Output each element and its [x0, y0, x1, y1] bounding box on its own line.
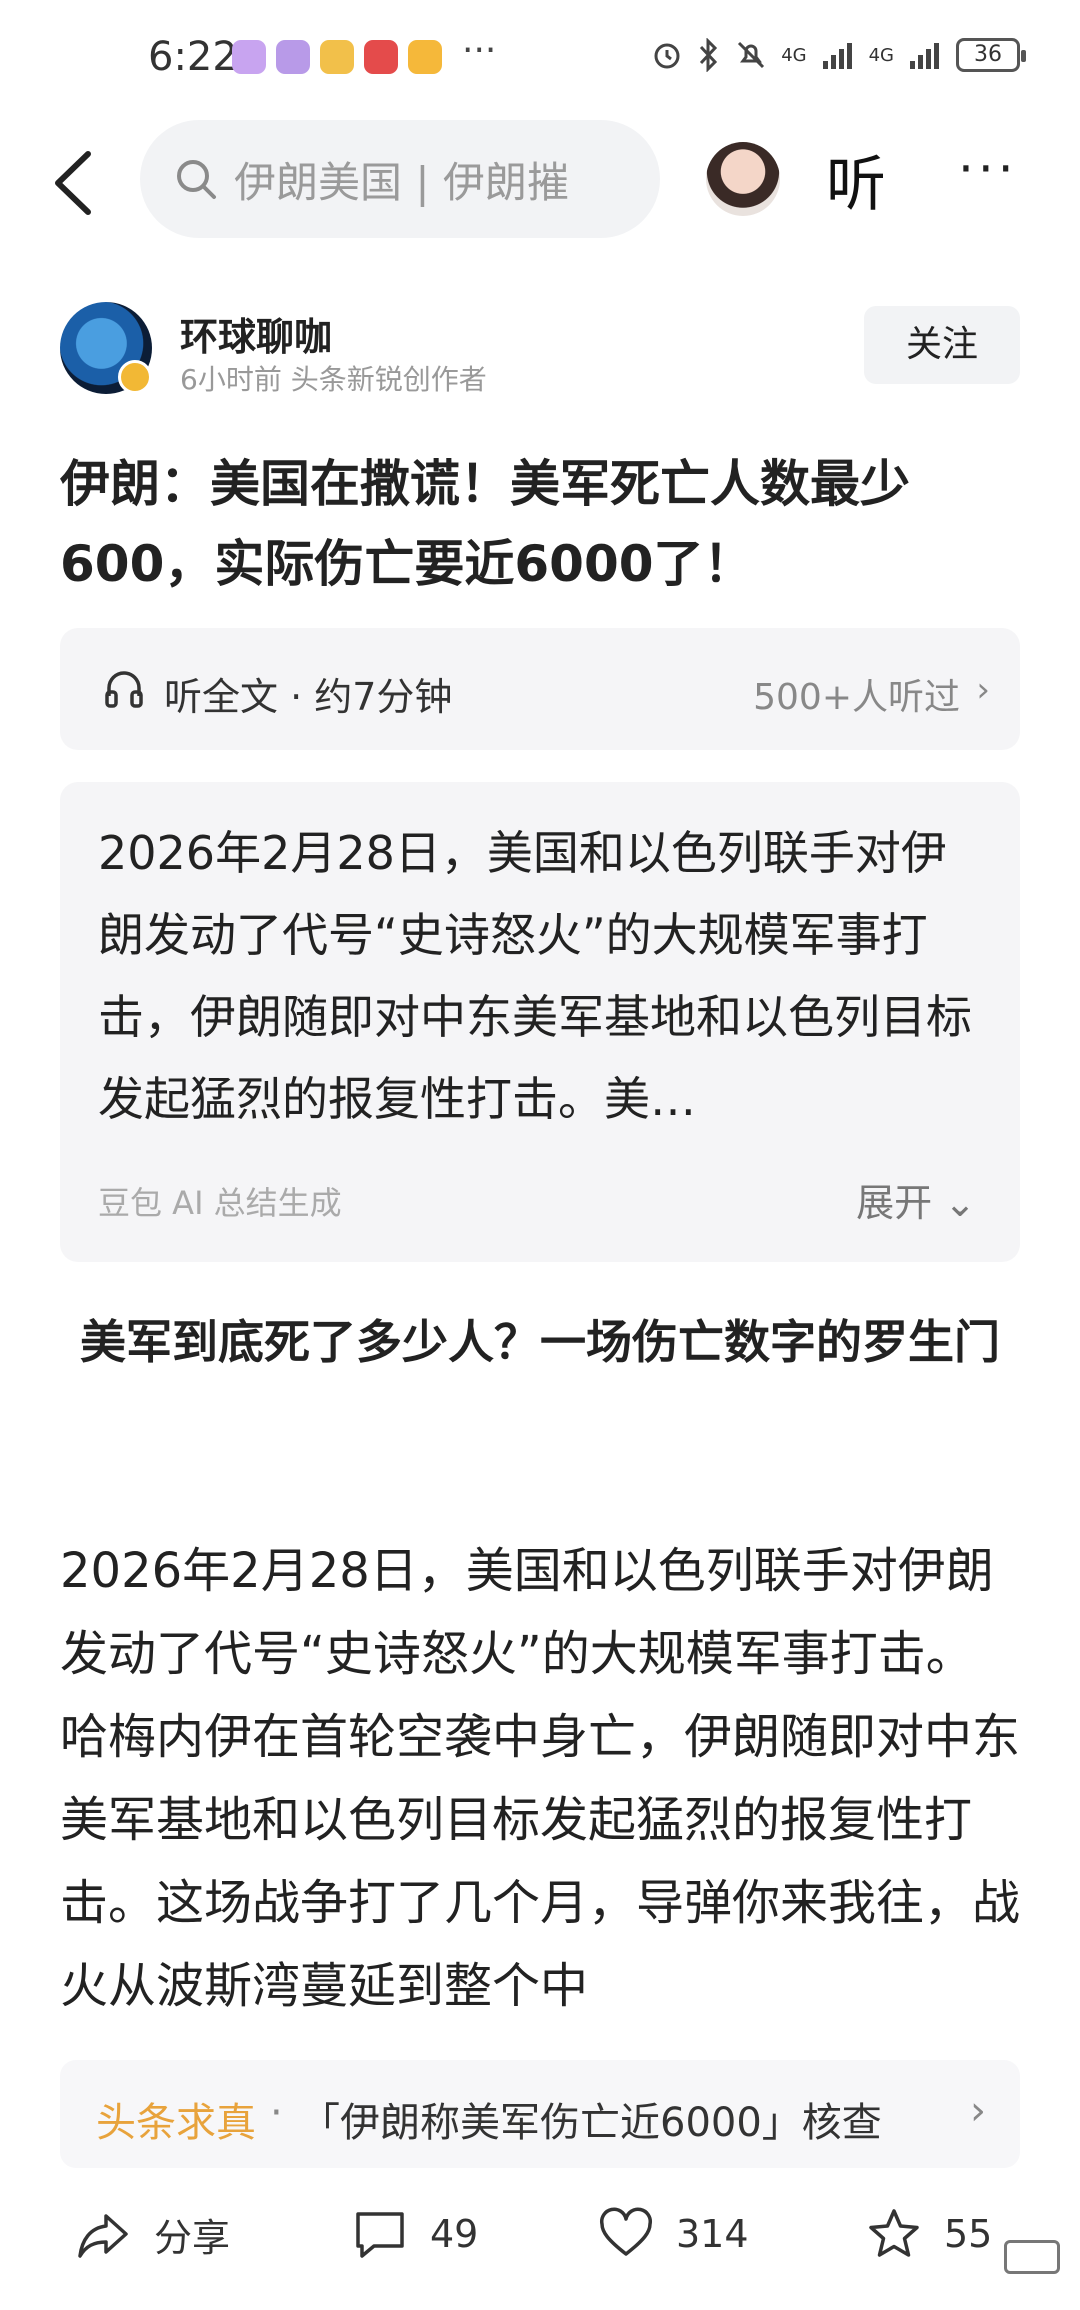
- follow-button[interactable]: 关注: [864, 306, 1020, 384]
- favorite-button[interactable]: 55: [866, 2204, 992, 2264]
- listen-button[interactable]: 听: [826, 136, 886, 223]
- author-name[interactable]: 环球聊咖: [180, 306, 332, 361]
- signal-icon: [822, 43, 852, 69]
- listen-count: 500+人听过: [753, 677, 960, 718]
- system-icons: 4G 4G 36: [651, 38, 1026, 72]
- search-bar[interactable]: 伊朗美国 | 伊朗摧: [140, 120, 660, 238]
- more-options-icon[interactable]: ···: [958, 140, 1018, 198]
- fact-check-text: 「伊朗称美军伤亡近6000」核查: [300, 2100, 882, 2146]
- back-arrow-icon[interactable]: [48, 148, 98, 218]
- notification-icons: [232, 40, 442, 80]
- bluetooth-icon: [700, 38, 718, 72]
- heart-icon: [600, 2207, 652, 2256]
- network-4g-label: 4G: [868, 44, 894, 66]
- fact-check-banner[interactable]: 头条求真 · 「伊朗称美军伤亡近6000」核查 ›: [60, 2060, 1020, 2168]
- fact-check-tag: 头条求真: [96, 2100, 256, 2146]
- search-query: 伊朗美国 | 伊朗摧: [234, 157, 569, 207]
- more-notifications-icon: ···: [462, 30, 497, 71]
- article-body: 2026年2月28日，美国和以色列联手对伊朗发动了代号“史诗怒火”的大规模军事打…: [60, 1543, 1020, 2014]
- expand-button[interactable]: 展开 ⌄: [856, 1172, 976, 1227]
- listen-full-article-bar[interactable]: 听全文 · 约7分钟 500+人听过 ›: [60, 628, 1020, 750]
- battery-icon: 36: [956, 38, 1026, 72]
- summary-source: 豆包 AI 总结生成: [98, 1184, 342, 1222]
- comment-count: 49: [430, 2212, 479, 2256]
- share-button[interactable]: 分享: [76, 2204, 230, 2264]
- top-nav: 伊朗美国 | 伊朗摧 听 ···: [0, 120, 1080, 240]
- app-notification-icon: [232, 40, 266, 74]
- huawei-notification-icon: [364, 40, 398, 74]
- status-time: 6:22: [148, 34, 238, 80]
- mute-icon: [738, 41, 765, 69]
- chevron-right-icon: ›: [970, 2088, 986, 2134]
- search-icon: [177, 160, 216, 199]
- ai-summary-card: 2026年2月28日，美国和以色列联手对伊朗发动了代号“史诗怒火”的大规模军事打…: [60, 782, 1020, 1262]
- signal-icon: [910, 43, 939, 69]
- summary-text: 2026年2月28日，美国和以色列联手对伊朗发动了代号“史诗怒火”的大规模军事打…: [98, 826, 972, 1126]
- share-icon: [78, 2214, 128, 2258]
- user-avatar[interactable]: [706, 142, 780, 216]
- favorite-count: 55: [944, 2212, 993, 2256]
- alarm-icon: [654, 43, 680, 69]
- article-title: 伊朗：美国在撒谎！美军死亡人数最少600，实际伤亡要近6000了！: [60, 455, 910, 593]
- headphones-icon: [105, 671, 143, 708]
- separator: ·: [270, 2090, 283, 2136]
- section-heading: 美军到底死了多少人？一场伤亡数字的罗生门: [80, 1315, 1000, 1369]
- bottom-action-bar: 分享 49 314 55: [0, 2180, 1080, 2290]
- app-notification-icon: [320, 40, 354, 74]
- app-notification-icon: [276, 40, 310, 74]
- creator-badge-icon: [118, 360, 152, 394]
- share-label: 分享: [154, 2215, 231, 2260]
- reading-mode-icon[interactable]: [1004, 2240, 1060, 2274]
- like-button[interactable]: 314: [598, 2204, 749, 2264]
- author-row: 环球聊咖 6小时前 头条新锐创作者 关注: [60, 302, 1020, 398]
- star-icon: [869, 2209, 919, 2257]
- network-4g-label: 4G: [781, 44, 807, 66]
- status-bar: 6:22 ··· 4G 4G 36: [0, 0, 1080, 124]
- chevron-right-icon: ›: [976, 670, 990, 710]
- like-count: 314: [676, 2212, 749, 2256]
- comment-button[interactable]: 49: [352, 2204, 478, 2264]
- weibo-notification-icon: [408, 40, 442, 74]
- comment-icon: [356, 2212, 404, 2258]
- author-meta: 6小时前 头条新锐创作者: [180, 363, 487, 396]
- listen-label: 听全文 · 约7分钟: [164, 675, 453, 719]
